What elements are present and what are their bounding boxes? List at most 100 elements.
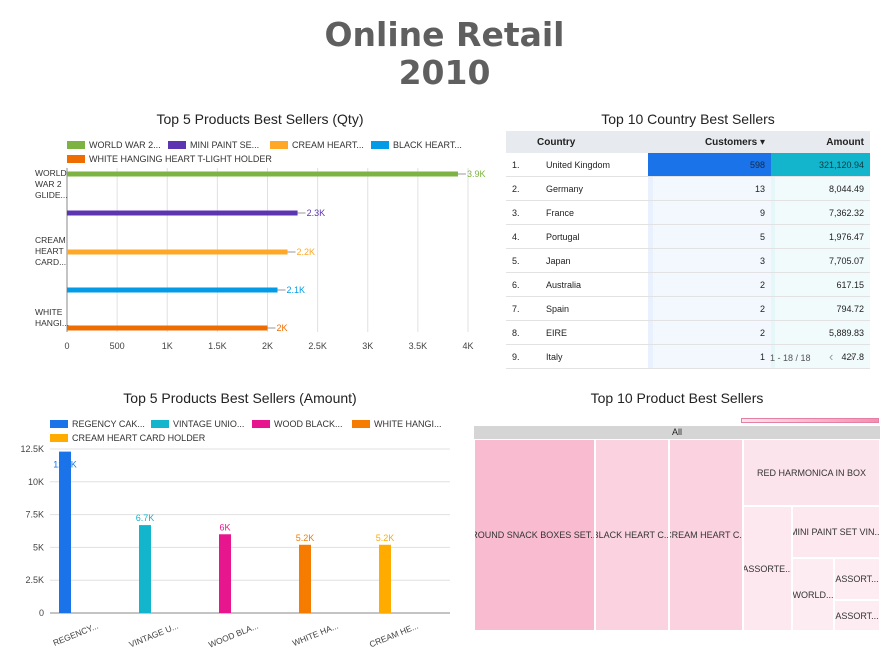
row-customers: 598 xyxy=(648,153,771,177)
treemap-cell[interactable]: CREAM HEART C... xyxy=(669,439,743,631)
row-index: 7. xyxy=(506,296,536,321)
treemap-root-label[interactable]: All xyxy=(474,426,880,439)
legend-swatch xyxy=(352,420,370,428)
treemap-cell[interactable]: WORLD... xyxy=(792,558,834,631)
treemap-cell[interactable]: ASSORTE... xyxy=(743,506,792,631)
country-table-title: Top 10 Country Best Sellers xyxy=(601,111,775,127)
qty-data-label: 2K xyxy=(277,323,288,333)
row-index: 4. xyxy=(506,224,536,249)
amount-bar[interactable] xyxy=(219,534,231,613)
amount-legend-item[interactable]: VINTAGE UNIO... xyxy=(151,419,244,429)
dashboard-title-line1: Online Retail xyxy=(324,15,565,54)
row-country: Italy xyxy=(536,344,648,369)
table-row[interactable]: 4. Portugal 5 1,976.47 xyxy=(506,224,870,249)
table-row[interactable]: 6. Australia 2 617.15 xyxy=(506,272,870,297)
amount-legend-item[interactable]: WHITE HANGI... xyxy=(352,419,442,429)
row-country: France xyxy=(536,200,648,225)
amount-bar[interactable] xyxy=(59,451,71,613)
qty-data-label: 2.1K xyxy=(287,285,306,295)
y-category-label: WORLD xyxy=(35,168,67,178)
row-amount: 7,705.07 xyxy=(771,248,870,273)
row-customers: 9 xyxy=(648,200,771,225)
amount-legend-item[interactable]: REGENCY CAK... xyxy=(50,419,145,429)
y-category-label: WHITE xyxy=(35,307,63,317)
legend-label: WORLD WAR 2... xyxy=(89,140,161,150)
dashboard-title: Online Retail 2010 xyxy=(0,16,889,92)
treemap-cell[interactable]: ASSORT... xyxy=(834,558,880,600)
amount-bar[interactable] xyxy=(379,544,391,613)
qty-legend-item[interactable]: CREAM HEART... xyxy=(270,140,364,150)
treemap-area: ROUND SNACK BOXES SET... BLACK HEART C...… xyxy=(474,439,880,631)
y-category-label: WAR 2 xyxy=(35,179,62,189)
amount-data-label: 5.2K xyxy=(376,533,395,543)
qty-legend-item[interactable]: WORLD WAR 2... xyxy=(67,140,161,150)
qty-data-label: 2.3K xyxy=(307,208,326,218)
table-row[interactable]: 5. Japan 3 7,705.07 xyxy=(506,248,870,273)
legend-label: CREAM HEART... xyxy=(292,140,364,150)
header-amount[interactable]: Amount xyxy=(771,131,870,153)
treemap-cell[interactable]: MINI PAINT SET VIN... xyxy=(792,506,880,558)
qty-data-label: 2.2K xyxy=(297,247,316,257)
amount-legend-item[interactable]: WOOD BLACK... xyxy=(252,419,343,429)
row-index: 2. xyxy=(506,176,536,201)
qty-legend-item[interactable]: BLACK HEART... xyxy=(371,140,462,150)
y-tick-label: 12.5K xyxy=(20,444,44,454)
legend-swatch xyxy=(168,141,186,149)
treemap-cell[interactable]: ASSORT... xyxy=(834,600,880,631)
row-index: 5. xyxy=(506,248,536,273)
qty-bar[interactable] xyxy=(67,249,288,255)
row-customers: 3 xyxy=(648,248,771,273)
y-category-label: HEART xyxy=(35,246,64,256)
header-customers[interactable]: Customers ▾ xyxy=(648,131,771,153)
treemap-cell[interactable]: RED HARMONICA IN BOX xyxy=(743,439,880,506)
treemap-cell[interactable]: ROUND SNACK BOXES SET... xyxy=(474,439,595,631)
treemap-title: Top 10 Product Best Sellers xyxy=(590,390,764,406)
qty-legend-item[interactable]: MINI PAINT SE... xyxy=(168,140,259,150)
amount-bar[interactable] xyxy=(299,544,311,613)
country-table-body: 1. United Kingdom 598 321,120.94 2. Germany 13… xyxy=(506,153,870,369)
table-row[interactable]: 8. EIRE 2 5,889.83 xyxy=(506,320,870,345)
header-country[interactable]: Country xyxy=(536,131,648,153)
treemap-cell[interactable]: BLACK HEART C... xyxy=(595,439,669,631)
x-tick-label: 0 xyxy=(64,341,69,351)
x-tick-label: 3K xyxy=(362,341,373,351)
row-amount: 7,362.32 xyxy=(771,200,870,225)
x-tick-label: 2K xyxy=(262,341,273,351)
qty-bar[interactable] xyxy=(67,325,268,331)
amount-bar-chart: 0 2.5K 5K 7.5K 10K 12.5K 12.3K REGENCY... 6.7K VI… xyxy=(20,444,450,650)
qty-bar[interactable] xyxy=(67,171,458,177)
row-country: Japan xyxy=(536,248,648,273)
row-country: United Kingdom xyxy=(536,153,648,177)
qty-bar[interactable] xyxy=(67,287,278,293)
chevron-left-icon[interactable]: ‹ xyxy=(829,349,833,364)
y-tick-label: 10K xyxy=(28,477,44,487)
y-category-label: HANGI... xyxy=(35,318,69,328)
amount-data-label: 6.7K xyxy=(136,513,155,523)
country-table: Country Customers ▾ Amount 1. United King… xyxy=(506,131,870,369)
x-tick-label: 4K xyxy=(462,341,473,351)
row-amount: 617.15 xyxy=(771,272,870,297)
row-index: 6. xyxy=(506,272,536,297)
row-customers: 2 xyxy=(648,272,771,297)
table-row[interactable]: 1. United Kingdom 598 321,120.94 xyxy=(506,153,870,177)
row-customers: 5 xyxy=(648,224,771,249)
row-amount: 1,976.47 xyxy=(771,224,870,249)
legend-swatch xyxy=(270,141,288,149)
table-row[interactable]: 7. Spain 2 794.72 xyxy=(506,296,870,321)
row-customers: 13 xyxy=(648,176,771,201)
chevron-right-icon[interactable]: › xyxy=(850,349,854,364)
row-amount: 794.72 xyxy=(771,296,870,321)
amount-bar[interactable] xyxy=(139,525,151,613)
amount-data-label: 6K xyxy=(219,522,230,532)
table-row[interactable]: 3. France 9 7,362.32 xyxy=(506,200,870,225)
qty-bar[interactable] xyxy=(67,210,298,216)
table-row[interactable]: 2. Germany 13 8,044.49 xyxy=(506,176,870,201)
row-country: Spain xyxy=(536,296,648,321)
y-tick-label: 5K xyxy=(33,542,44,552)
dashboard-title-line2: 2010 xyxy=(398,53,491,92)
row-customers: 2 xyxy=(648,320,771,345)
legend-swatch xyxy=(67,141,85,149)
row-country: Germany xyxy=(536,176,648,201)
x-tick-label: WOOD BLA... xyxy=(207,621,260,650)
legend-label: WHITE HANGI... xyxy=(374,419,442,429)
